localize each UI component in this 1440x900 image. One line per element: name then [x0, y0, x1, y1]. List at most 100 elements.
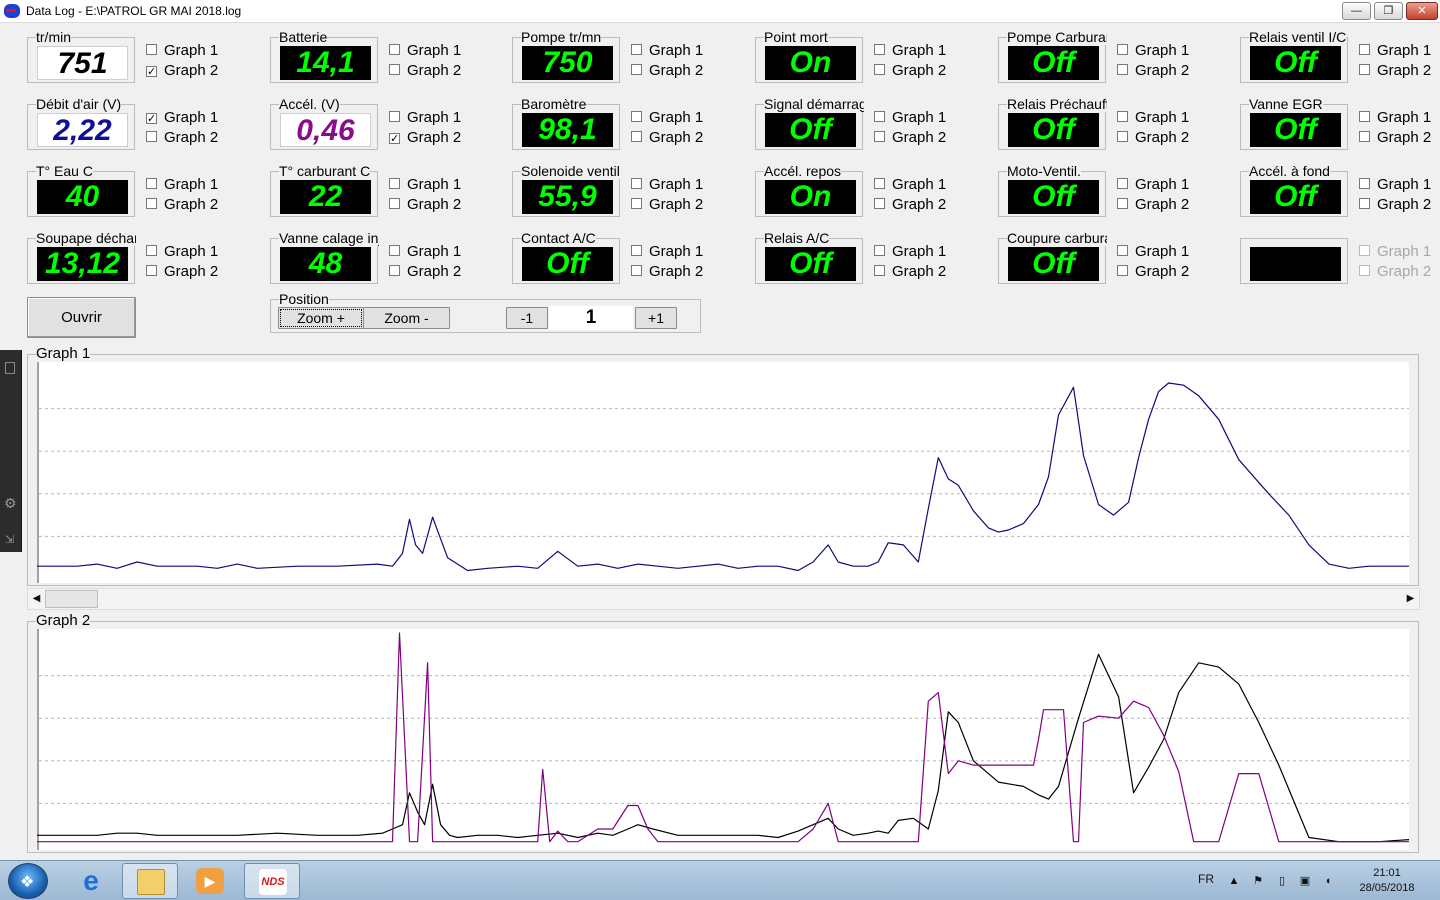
checkbox-icon[interactable]	[1117, 198, 1128, 209]
checkbox-icon[interactable]	[874, 178, 885, 189]
tile-point-mort-graph2-checkbox[interactable]: Graph 2	[874, 62, 946, 80]
checkbox-icon[interactable]	[631, 178, 642, 189]
graph-scrollbar[interactable]: ◀ ▶	[27, 588, 1420, 610]
checkbox-icon[interactable]: ✓	[389, 133, 400, 145]
checkbox-icon[interactable]	[1117, 178, 1128, 189]
tile-barometre-graph2-checkbox[interactable]: Graph 2	[631, 129, 703, 147]
tile-signal-demarrage-graph2-checkbox[interactable]: Graph 2	[874, 129, 946, 147]
checkbox-icon[interactable]	[1359, 245, 1370, 256]
tile-vanne-calage-graph1-checkbox[interactable]: Graph 1	[389, 243, 461, 261]
checkbox-icon[interactable]	[631, 131, 642, 142]
tile-relais-prechauffage-graph1-checkbox[interactable]: Graph 1	[1117, 109, 1189, 127]
tile-relais-ventil-ic-graph2-checkbox[interactable]: Graph 2	[1359, 62, 1431, 80]
checkbox-icon[interactable]	[146, 245, 157, 256]
tile-accel-fond-graph2-checkbox[interactable]: Graph 2	[1359, 196, 1431, 214]
language-indicator[interactable]: FR	[1198, 872, 1214, 886]
checkbox-icon[interactable]	[631, 198, 642, 209]
maximize-button[interactable]: ❐	[1374, 2, 1403, 20]
resize-icon[interactable]: ⇲	[5, 533, 14, 546]
checkbox-icon[interactable]	[874, 131, 885, 142]
open-button[interactable]: Ouvrir	[27, 297, 136, 338]
checkbox-icon[interactable]	[1117, 111, 1128, 122]
checkbox-icon[interactable]	[874, 198, 885, 209]
tile-relais-ac-graph1-checkbox[interactable]: Graph 1	[874, 243, 946, 261]
tile-contact-ac-graph1-checkbox[interactable]: Graph 1	[631, 243, 703, 261]
checkbox-icon[interactable]	[146, 44, 157, 55]
clock[interactable]: 21:01 28/05/2018	[1348, 866, 1426, 896]
tile-point-mort-graph1-checkbox[interactable]: Graph 1	[874, 42, 946, 60]
tile-eau-graph2-checkbox[interactable]: Graph 2	[146, 196, 218, 214]
taskbar-nds-app[interactable]: NDS	[244, 863, 300, 899]
checkbox-icon[interactable]	[631, 111, 642, 122]
tile-signal-demarrage-graph1-checkbox[interactable]: Graph 1	[874, 109, 946, 127]
checkbox-icon[interactable]: ✓	[146, 113, 157, 125]
tile-coupure-carburant-graph2-checkbox[interactable]: Graph 2	[1117, 263, 1189, 281]
checkbox-icon[interactable]	[1359, 111, 1370, 122]
checkbox-icon[interactable]	[389, 245, 400, 256]
position-field[interactable]: 1	[549, 306, 633, 330]
action-center-icon[interactable]: ⚑	[1252, 875, 1264, 887]
tile-accel-repos-graph2-checkbox[interactable]: Graph 2	[874, 196, 946, 214]
tile-accel-graph2-checkbox[interactable]: ✓ Graph 2	[389, 129, 461, 147]
checkbox-icon[interactable]	[389, 198, 400, 209]
tile-solenoide-graph2-checkbox[interactable]: Graph 2	[631, 196, 703, 214]
tile-rpm-graph2-checkbox[interactable]: ✓ Graph 2	[146, 62, 218, 80]
checkbox-icon[interactable]	[874, 111, 885, 122]
checkbox-icon[interactable]: ✓	[146, 66, 157, 78]
tile-accel-repos-graph1-checkbox[interactable]: Graph 1	[874, 176, 946, 194]
checkbox-icon[interactable]	[389, 265, 400, 276]
tile-debit-air-graph2-checkbox[interactable]: Graph 2	[146, 129, 218, 147]
checkbox-icon[interactable]	[1359, 131, 1370, 142]
zoom-out-button[interactable]: Zoom -	[363, 307, 450, 329]
checkbox-icon[interactable]	[1359, 178, 1370, 189]
taskbar-media-player[interactable]: ▶	[182, 863, 238, 899]
checkbox-icon[interactable]	[874, 64, 885, 75]
checkbox-icon[interactable]	[1359, 44, 1370, 55]
tile-pompe-carburant-graph1-checkbox[interactable]: Graph 1	[1117, 42, 1189, 60]
checkbox-icon[interactable]	[146, 265, 157, 276]
tile-moto-ventil-graph2-checkbox[interactable]: Graph 2	[1117, 196, 1189, 214]
tile-pompe-rpm-graph1-checkbox[interactable]: Graph 1	[631, 42, 703, 60]
tile-batterie-graph1-checkbox[interactable]: Graph 1	[389, 42, 461, 60]
tile-accel-fond-graph1-checkbox[interactable]: Graph 1	[1359, 176, 1431, 194]
checkbox-icon[interactable]	[389, 111, 400, 122]
tile-moto-ventil-graph1-checkbox[interactable]: Graph 1	[1117, 176, 1189, 194]
step-back-button[interactable]: -1	[506, 307, 548, 329]
checkbox-icon[interactable]	[1117, 44, 1128, 55]
tile-relais-ventil-ic-graph1-checkbox[interactable]: Graph 1	[1359, 42, 1431, 60]
checkbox-icon[interactable]	[631, 265, 642, 276]
tile-vanne-egr-graph2-checkbox[interactable]: Graph 2	[1359, 129, 1431, 147]
taskbar-ie[interactable]: e	[63, 863, 119, 899]
checkbox-icon[interactable]	[1117, 245, 1128, 256]
tile-pompe-carburant-graph2-checkbox[interactable]: Graph 2	[1117, 62, 1189, 80]
desktop-gadget-bar[interactable]: ⚙ ⇲	[0, 350, 22, 552]
zoom-in-button[interactable]: Zoom +	[278, 307, 364, 329]
minimize-button[interactable]: —	[1342, 2, 1371, 20]
checkbox-icon[interactable]	[389, 64, 400, 75]
tile-carburant-graph2-checkbox[interactable]: Graph 2	[389, 196, 461, 214]
tile-pompe-rpm-graph2-checkbox[interactable]: Graph 2	[631, 62, 703, 80]
checkbox-icon[interactable]	[631, 245, 642, 256]
tray-expand-icon[interactable]: ▲	[1228, 875, 1240, 887]
tile-barometre-graph1-checkbox[interactable]: Graph 1	[631, 109, 703, 127]
tile-rpm-graph1-checkbox[interactable]: Graph 1	[146, 42, 218, 60]
scrollbar-thumb[interactable]	[45, 590, 98, 608]
tile-carburant-graph1-checkbox[interactable]: Graph 1	[389, 176, 461, 194]
tile-relais-ac-graph2-checkbox[interactable]: Graph 2	[874, 263, 946, 281]
checkbox-icon[interactable]	[1117, 265, 1128, 276]
checkbox-icon[interactable]	[874, 265, 885, 276]
usb-icon[interactable]: ▯	[1276, 875, 1288, 887]
checkbox-icon[interactable]	[146, 198, 157, 209]
checkbox-icon[interactable]	[1359, 64, 1370, 75]
scroll-left-icon[interactable]: ◀	[28, 589, 45, 609]
tile-batterie-graph2-checkbox[interactable]: Graph 2	[389, 62, 461, 80]
checkbox-icon[interactable]	[1359, 198, 1370, 209]
gear-icon[interactable]: ⚙	[4, 495, 17, 512]
checkbox-icon[interactable]	[146, 178, 157, 189]
volume-icon[interactable]: ◖	[1322, 875, 1334, 887]
tile-accel-graph1-checkbox[interactable]: Graph 1	[389, 109, 461, 127]
tile-relais-prechauffage-graph2-checkbox[interactable]: Graph 2	[1117, 129, 1189, 147]
checkbox-icon[interactable]	[631, 44, 642, 55]
checkbox-icon[interactable]	[1117, 64, 1128, 75]
tile-vanne-calage-graph2-checkbox[interactable]: Graph 2	[389, 263, 461, 281]
